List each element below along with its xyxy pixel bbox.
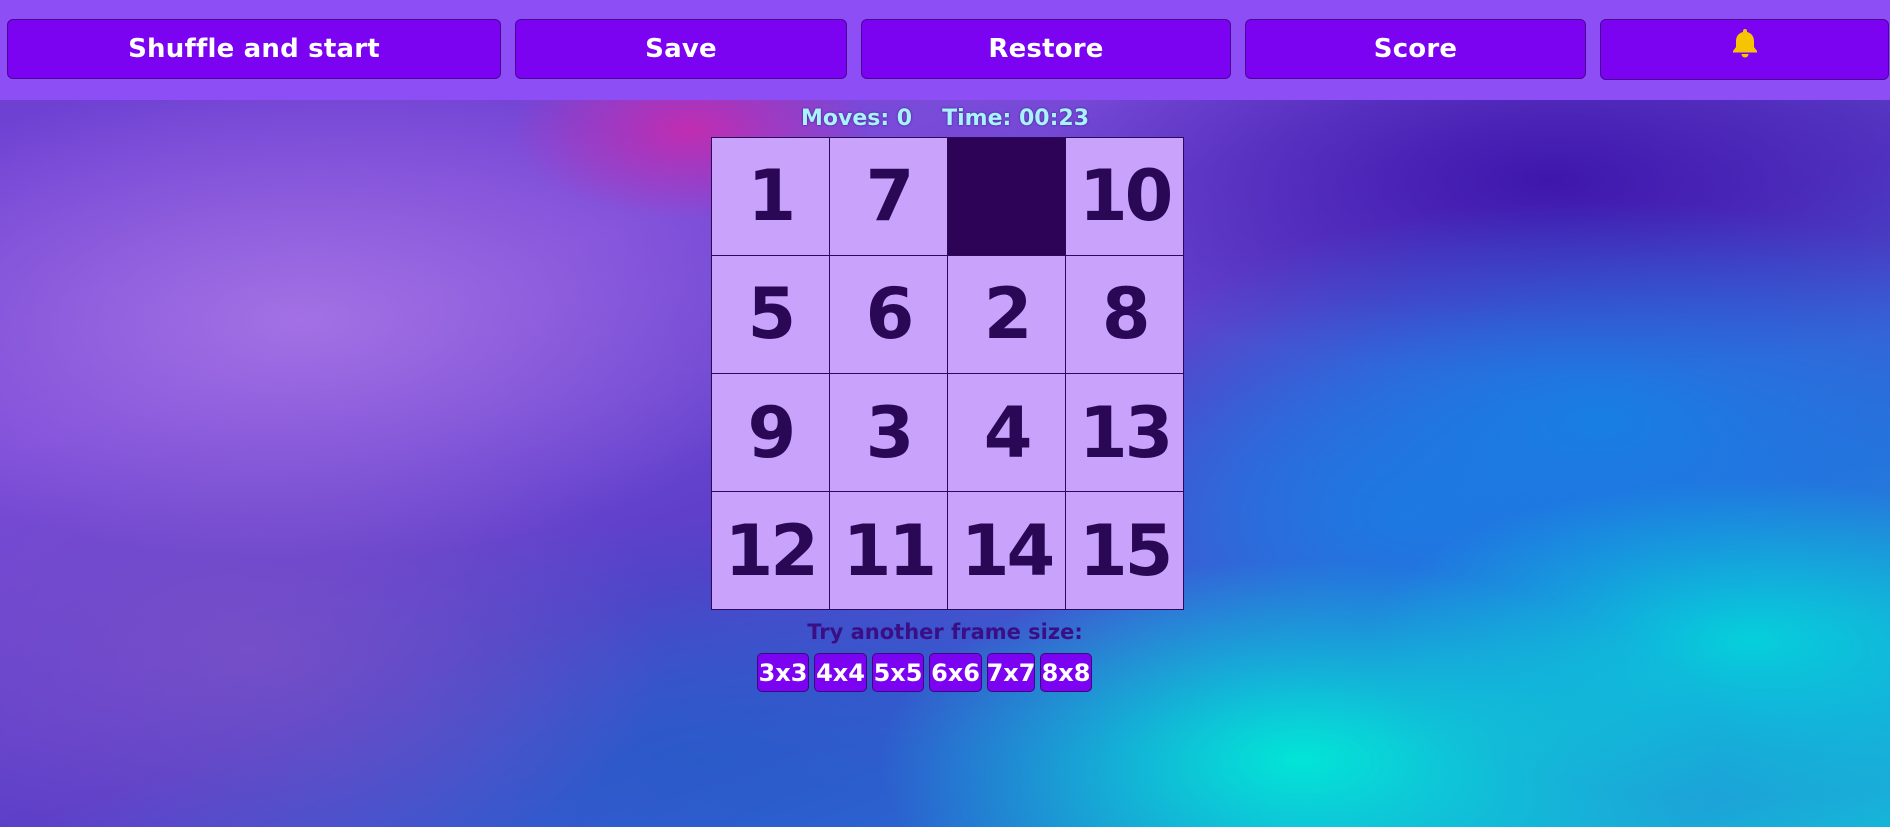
restore-button[interactable]: Restore [861, 19, 1231, 79]
puzzle-tile[interactable]: 14 [948, 492, 1065, 609]
moves-counter: Moves: 0 [800, 106, 913, 131]
puzzle-tile[interactable]: 11 [830, 492, 947, 609]
puzzle-tile[interactable]: 2 [948, 256, 1065, 373]
puzzle-tile[interactable]: 3 [830, 374, 947, 491]
bell-icon [1732, 29, 1757, 58]
frame-size-prompt: Try another frame size: [807, 620, 1083, 644]
frame-size-4x4-button[interactable]: 4x4 [814, 653, 867, 692]
empty-tile [948, 138, 1065, 255]
frame-size-6x6-button[interactable]: 6x6 [929, 653, 982, 692]
top-toolbar: Shuffle and start Save Restore Score [0, 0, 1890, 100]
puzzle-tile[interactable]: 13 [1066, 374, 1183, 491]
puzzle-tile[interactable]: 12 [712, 492, 829, 609]
frame-size-options: 3x3 4x4 5x5 6x6 7x7 8x8 [757, 653, 1092, 692]
shuffle-and-start-button[interactable]: Shuffle and start [7, 19, 501, 79]
frame-size-5x5-button[interactable]: 5x5 [872, 653, 924, 692]
puzzle-tile[interactable]: 9 [712, 374, 829, 491]
frame-size-3x3-button[interactable]: 3x3 [757, 653, 809, 692]
puzzle-tile[interactable]: 7 [830, 138, 947, 255]
notifications-button[interactable] [1600, 19, 1889, 80]
puzzle-tile[interactable]: 8 [1066, 256, 1183, 373]
save-button[interactable]: Save [515, 19, 847, 79]
puzzle-tile[interactable]: 5 [712, 256, 829, 373]
game-status: Moves: 0 Time: 00:23 [0, 106, 1890, 131]
timer: Time: 00:23 [942, 106, 1090, 131]
puzzle-board: 1 7 10 5 6 2 8 9 3 4 13 12 11 14 15 [711, 137, 1184, 610]
frame-size-7x7-button[interactable]: 7x7 [987, 653, 1035, 692]
puzzle-tile[interactable]: 4 [948, 374, 1065, 491]
frame-size-8x8-button[interactable]: 8x8 [1040, 653, 1092, 692]
puzzle-tile[interactable]: 10 [1066, 138, 1183, 255]
score-button[interactable]: Score [1245, 19, 1586, 79]
puzzle-tile[interactable]: 6 [830, 256, 947, 373]
puzzle-tile[interactable]: 15 [1066, 492, 1183, 609]
puzzle-tile[interactable]: 1 [712, 138, 829, 255]
